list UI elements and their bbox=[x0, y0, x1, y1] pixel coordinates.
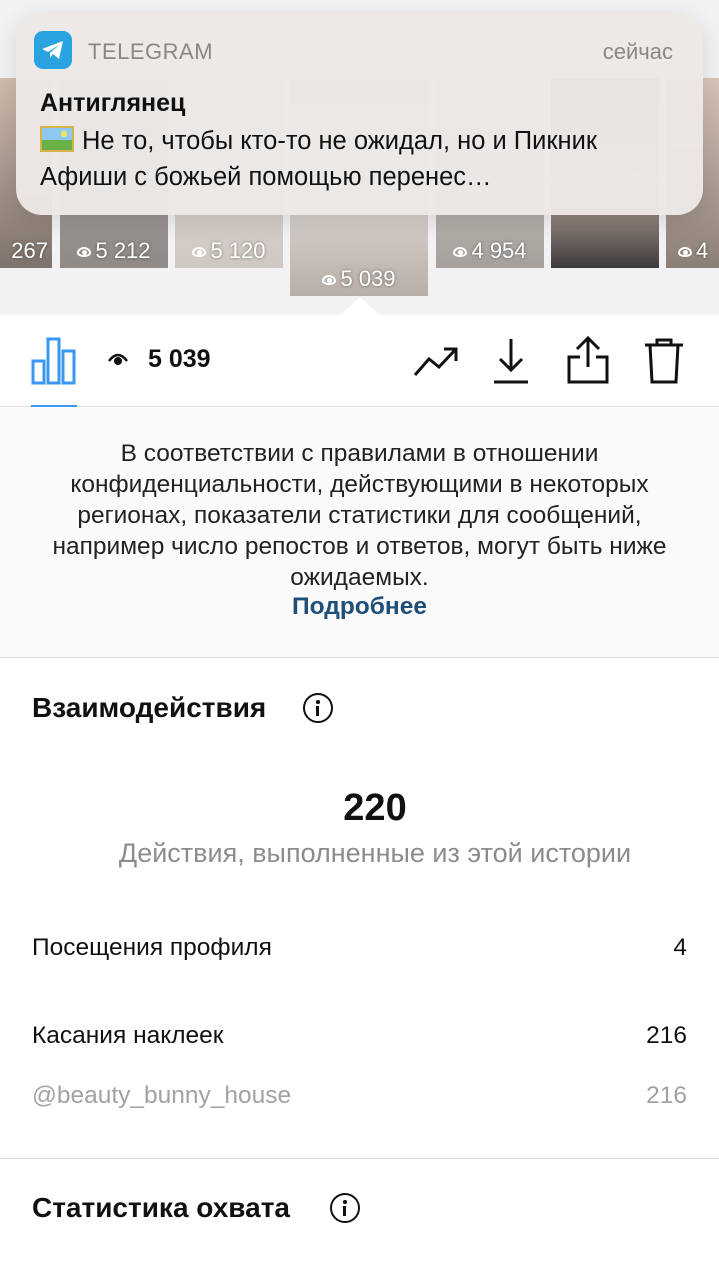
framed-picture-icon bbox=[40, 126, 74, 152]
notification-message: Не то, чтобы кто-то не ожидал, но и Пикн… bbox=[40, 127, 598, 191]
telegram-icon bbox=[34, 31, 72, 69]
notification-time: сейчас bbox=[602, 39, 673, 64]
telegram-notification[interactable]: TELEGRAM сейчас Антиглянец Не то, чтобы … bbox=[16, 13, 703, 215]
privacy-notice-text: В соответствии с правилами в отношении к… bbox=[52, 440, 667, 591]
active-tab-indicator bbox=[31, 405, 77, 407]
sticker-taps-label: Касания наклеек bbox=[32, 1022, 224, 1049]
share-icon[interactable] bbox=[566, 335, 610, 385]
story-views: 5 212 bbox=[60, 238, 168, 264]
download-icon[interactable] bbox=[492, 337, 530, 385]
notification-body: Не то, чтобы кто-то не ожидал, но и Пикн… bbox=[40, 123, 680, 195]
mention-sticker-value: 216 bbox=[646, 1082, 687, 1109]
eye-icon bbox=[108, 353, 128, 365]
eye-icon bbox=[192, 247, 207, 257]
interactions-subtitle: Действия, выполненные из этой истории bbox=[118, 838, 632, 868]
story-views: 5 039 bbox=[290, 266, 428, 292]
story-views: 4 954 bbox=[436, 238, 544, 264]
notification-app-name: TELEGRAM bbox=[88, 39, 214, 64]
profile-visits-label: Посещения профиля bbox=[32, 934, 272, 961]
story-views: 5 120 bbox=[175, 238, 283, 264]
mention-sticker-label[interactable]: @beauty_bunny_house bbox=[32, 1082, 291, 1110]
trending-icon[interactable] bbox=[413, 345, 459, 377]
section-divider bbox=[0, 1158, 719, 1159]
selected-story-pointer bbox=[340, 297, 380, 315]
learn-more-link[interactable]: Подробнее bbox=[0, 593, 719, 621]
interactions-title: Взаимодействия bbox=[32, 692, 267, 723]
sticker-taps-value: 216 bbox=[646, 1022, 687, 1049]
eye-icon bbox=[453, 247, 468, 257]
trash-icon[interactable] bbox=[643, 337, 685, 385]
story-views: 267 bbox=[11, 238, 48, 263]
views-count: 5 039 bbox=[108, 345, 211, 374]
info-icon[interactable] bbox=[303, 693, 333, 723]
bar-chart-icon[interactable] bbox=[31, 337, 77, 385]
profile-visits-value: 4 bbox=[673, 934, 687, 961]
eye-icon bbox=[77, 247, 92, 257]
reach-title: Статистика охвата bbox=[32, 1192, 290, 1223]
story-insights-toolbar: 5 039 bbox=[0, 315, 719, 407]
info-icon[interactable] bbox=[330, 1193, 360, 1223]
eye-icon bbox=[322, 275, 337, 285]
eye-icon bbox=[678, 247, 692, 257]
story-views: 4 bbox=[666, 238, 719, 264]
interactions-total: 220 bbox=[343, 787, 407, 829]
notification-title: Антиглянец bbox=[40, 89, 186, 117]
privacy-notice: В соответствии с правилами в отношении к… bbox=[0, 408, 719, 658]
